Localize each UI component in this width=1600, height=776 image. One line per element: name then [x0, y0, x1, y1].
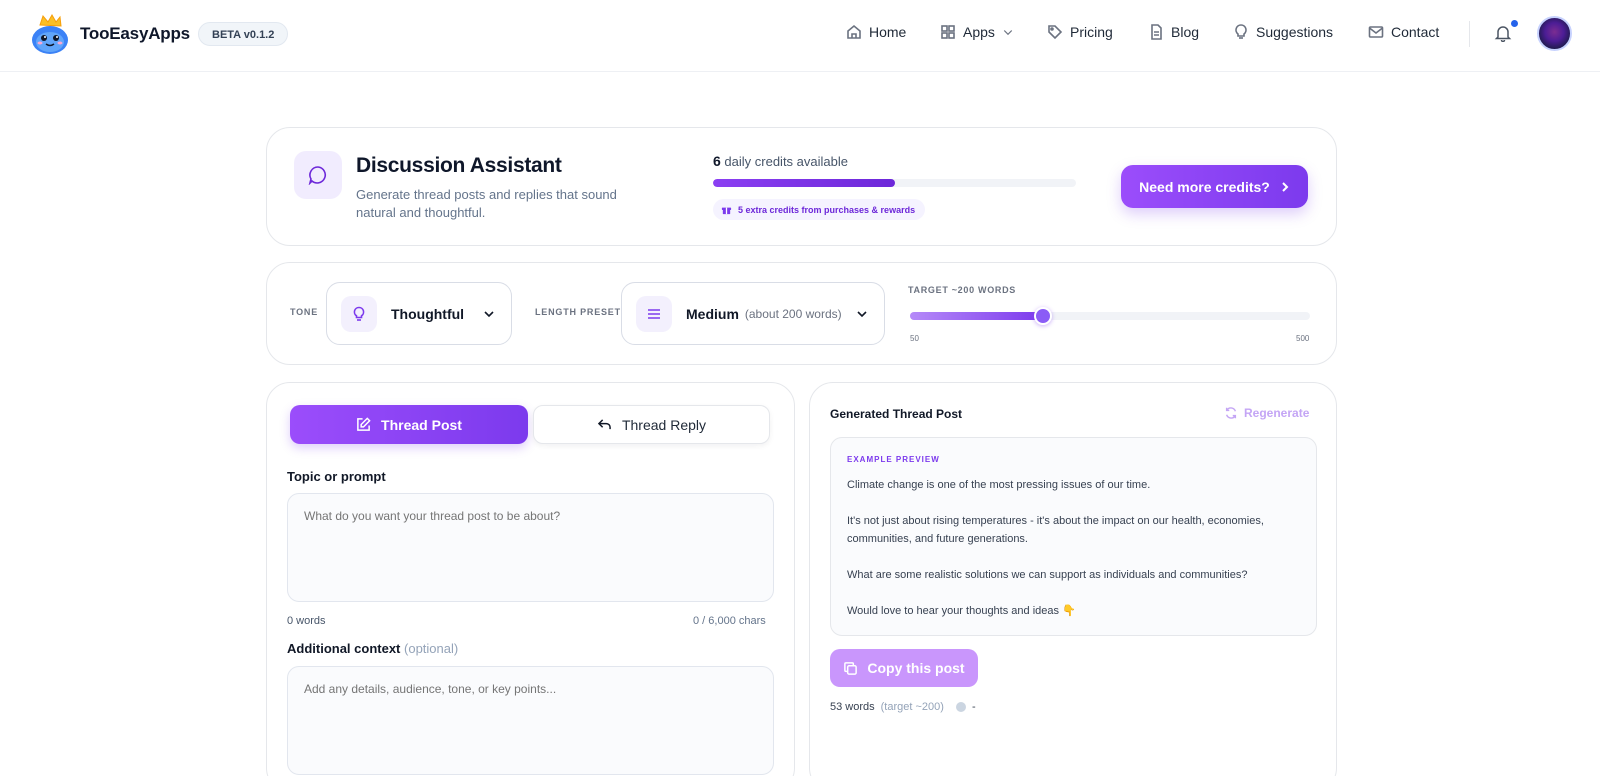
word-count: 0 words — [287, 615, 326, 627]
example-preview-tag: EXAMPLE PREVIEW — [847, 455, 940, 464]
notification-indicator — [1511, 20, 1518, 27]
tag-icon — [1048, 25, 1063, 40]
tone-value: Thoughtful — [391, 305, 465, 322]
tool-icon-tile — [294, 151, 342, 199]
gift-icon — [721, 207, 732, 215]
nav-home-label: Home — [869, 24, 907, 40]
credits-progress-bar — [713, 179, 1076, 187]
edit-icon — [357, 417, 371, 431]
length-preset-label: LENGTH PRESET — [535, 307, 621, 317]
slider-max-label: 500 — [1296, 334, 1310, 343]
nav-blog[interactable]: Blog — [1148, 24, 1199, 40]
nav-pricing-label: Pricing — [1070, 24, 1113, 40]
length-preset-select[interactable]: Medium (about 200 words) — [621, 282, 885, 345]
copy-post-button[interactable]: Copy this post — [830, 649, 978, 687]
chevron-down-icon — [857, 311, 867, 318]
topic-label: Topic or prompt — [287, 469, 386, 484]
copy-post-label: Copy this post — [867, 660, 965, 676]
nav-home[interactable]: Home — [846, 24, 906, 40]
document-icon — [1151, 24, 1162, 40]
target-words-label: TARGET ~200 WORDS — [908, 285, 1016, 295]
lightbulb-icon — [353, 306, 365, 321]
preview-line: What are some realistic solutions we can… — [847, 569, 1248, 581]
context-label: Additional context (optional) — [287, 641, 458, 656]
tab-thread-reply-label: Thread Reply — [621, 416, 707, 433]
output-word-target: (target ~200) — [880, 701, 944, 713]
credits-progress-fill — [713, 179, 895, 187]
refresh-icon — [1225, 407, 1237, 419]
preview-line: Would love to hear your thoughts and ide… — [847, 605, 1076, 617]
chevron-down-icon — [484, 311, 494, 318]
credits-count: 6 — [713, 153, 721, 169]
reply-arrow-icon — [597, 419, 611, 430]
tone-label: TONE — [290, 307, 319, 317]
output-word-status: 53 words (target ~200) - — [830, 701, 976, 713]
word-target-slider[interactable] — [910, 307, 1310, 325]
grid-icon — [941, 25, 955, 39]
nav-blog-label: Blog — [1171, 24, 1200, 40]
regenerate-label: Regenerate — [1244, 406, 1310, 420]
context-optional-hint: (optional) — [404, 641, 459, 656]
lines-icon — [648, 308, 660, 319]
regenerate-button[interactable]: Regenerate — [1224, 406, 1309, 420]
slider-fill — [910, 312, 1044, 320]
preview-line: Climate change is one of the most pressi… — [847, 479, 1151, 491]
slider-min-label: 50 — [910, 334, 919, 343]
status-dash: - — [971, 701, 976, 713]
nav-suggestions-label: Suggestions — [1256, 24, 1334, 40]
nav-contact-label: Contact — [1391, 24, 1440, 40]
home-icon — [847, 24, 861, 39]
lightbulb-icon — [1235, 24, 1247, 39]
credits-label: daily credits available — [724, 154, 848, 169]
post-preview-box: EXAMPLE PREVIEW Climate change is one of… — [830, 437, 1317, 636]
nav-contact[interactable]: Contact — [1368, 24, 1439, 40]
tab-thread-reply[interactable]: Thread Reply — [533, 405, 770, 444]
char-count: 0 / 6,000 chars — [693, 615, 766, 627]
extra-credits-badge: 5 extra credits from purchases & rewards — [713, 199, 926, 220]
status-dot — [955, 702, 966, 712]
chat-bubble-icon — [308, 166, 327, 185]
nav-apps-label: Apps — [963, 24, 995, 40]
tone-icon-tile — [341, 295, 377, 332]
beta-version-badge: BETA v0.1.2 — [198, 22, 289, 46]
app-logo[interactable] — [30, 13, 70, 55]
topic-input[interactable] — [287, 493, 774, 602]
length-preset-hint: (about 200 words) — [744, 306, 842, 321]
context-input[interactable] — [287, 666, 774, 775]
need-more-credits-button[interactable]: Need more credits? — [1121, 165, 1308, 208]
top-navigation-bar: TooEasyApps BETA v0.1.2 Home Apps Pricin… — [0, 0, 1600, 72]
length-preset-value: Medium — [686, 305, 739, 322]
credits-summary: 6 daily credits available — [713, 153, 848, 169]
chevron-right-icon — [1282, 181, 1289, 192]
tab-thread-post-label: Thread Post — [381, 416, 462, 433]
generated-post-title: Generated Thread Post — [830, 407, 963, 421]
brand-name[interactable]: TooEasyApps — [80, 24, 190, 44]
nav-suggestions[interactable]: Suggestions — [1233, 24, 1333, 40]
tool-subtitle: Generate thread posts and replies that s… — [356, 187, 617, 220]
notification-bell-icon[interactable] — [1494, 24, 1512, 42]
nav-pricing[interactable]: Pricing — [1047, 24, 1113, 40]
tool-title: Discussion Assistant — [356, 154, 562, 177]
tab-thread-post[interactable]: Thread Post — [290, 405, 528, 444]
chevron-down-icon — [1003, 30, 1013, 36]
extra-credits-text: 5 extra credits from purchases & rewards — [738, 204, 916, 215]
context-label-text: Additional context — [287, 641, 401, 656]
length-icon-tile — [636, 295, 672, 332]
header-divider — [1469, 21, 1470, 47]
mode-tabs: Thread Post Thread Reply — [290, 405, 770, 444]
tone-select[interactable]: Thoughtful — [326, 282, 512, 345]
mail-icon — [1368, 26, 1384, 38]
preview-line: It's not just about rising temperatures … — [847, 515, 1264, 545]
output-word-count: 53 words — [830, 701, 875, 713]
nav-apps[interactable]: Apps — [940, 24, 1014, 40]
copy-icon — [844, 661, 858, 675]
need-more-credits-label: Need more credits? — [1139, 178, 1270, 195]
user-avatar[interactable] — [1537, 16, 1572, 51]
